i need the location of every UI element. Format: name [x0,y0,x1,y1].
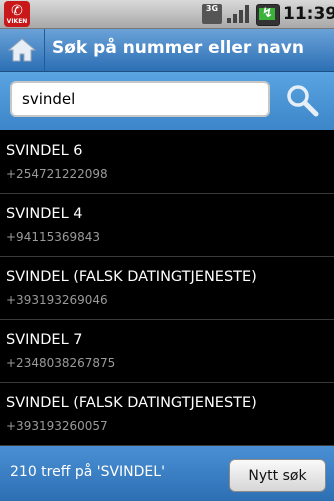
search-button[interactable] [282,80,322,120]
result-number: +94115369843 [6,230,101,244]
result-number: +393193269046 [6,293,108,307]
result-name: SVINDEL 6 [6,143,83,159]
new-search-button[interactable]: Nytt søk [229,459,326,492]
result-number: +393193260057 [6,419,108,433]
title-bar: Søk på nummer eller navn [0,29,334,72]
search-input[interactable] [10,81,270,117]
result-count: 210 treff på 'SVINDEL' [10,464,165,480]
footer-bar: 210 treff på 'SVINDEL' Nytt søk [0,446,334,501]
page-title: Søk på nummer eller navn [52,38,304,58]
signal-icon [227,5,249,23]
status-bar: ✆ VIKEN 3G ↯ 11:39 [0,0,334,29]
result-name: SVINDEL 4 [6,206,83,222]
list-item[interactable]: SVINDEL 6 +254721222098 [0,131,334,194]
result-number: +254721222098 [6,167,108,181]
result-number: +2348038267875 [6,356,116,370]
list-item[interactable]: SVINDEL 7 +2348038267875 [0,320,334,383]
results-list: SVINDEL 6 +254721222098 SVINDEL 4 +94115… [0,131,334,446]
app-icon-label: VIKEN [6,17,28,25]
battery-charging-icon: ↯ [256,4,280,26]
search-area [0,72,334,130]
magnifier-icon [287,85,319,117]
list-item[interactable]: SVINDEL (FALSK DATINGTJENESTE) +39319326… [0,383,334,446]
app-notification-icon: ✆ VIKEN [4,1,30,27]
list-item[interactable]: SVINDEL (FALSK DATINGTJENESTE) +39319326… [0,257,334,320]
result-name: SVINDEL (FALSK DATINGTJENESTE) [6,395,257,411]
result-name: SVINDEL 7 [6,332,83,348]
home-button[interactable] [0,29,45,71]
list-item[interactable]: SVINDEL 4 +94115369843 [0,194,334,257]
network-3g-icon: 3G [202,4,222,24]
phone-icon: ✆ [11,2,23,19]
home-icon [8,38,36,62]
result-name: SVINDEL (FALSK DATINGTJENESTE) [6,269,257,285]
status-clock: 11:39 [283,4,334,24]
